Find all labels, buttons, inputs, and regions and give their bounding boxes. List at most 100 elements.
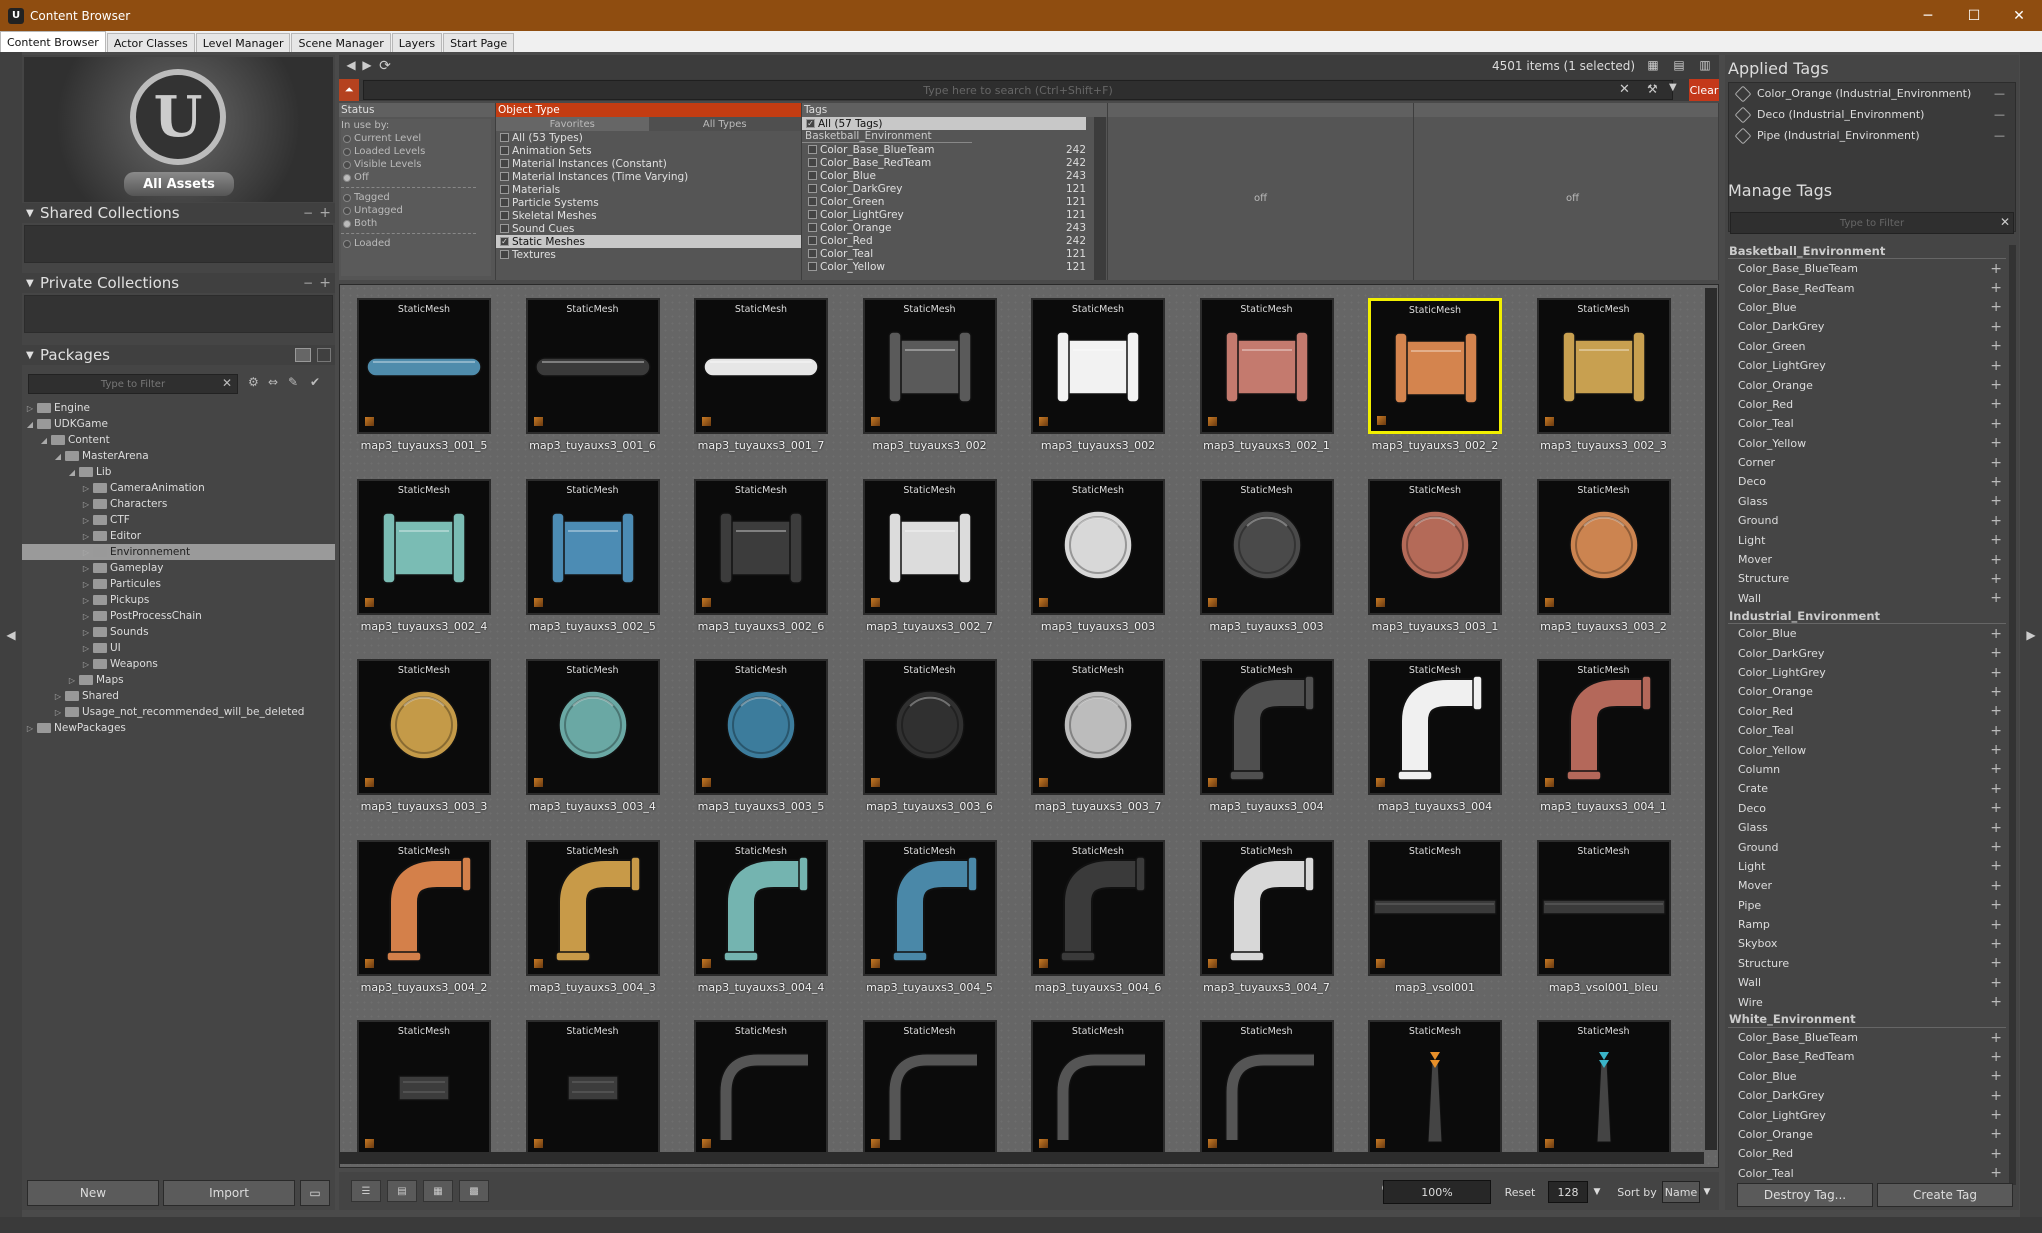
asset-name-label[interactable]: map3_tuyauxs3_003_2 [1519, 620, 1689, 633]
type-checkbox[interactable]: Material Instances (Constant) [496, 157, 801, 170]
manage-tag-item[interactable]: Wire + [1728, 992, 2006, 1011]
asset-name-label[interactable]: map3_tuyauxs3_001_6 [508, 439, 678, 452]
wrench-icon[interactable]: ⚙ [248, 375, 259, 389]
add-tag-icon[interactable]: + [1990, 416, 2002, 432]
manage-tag-item[interactable]: Color_LightGrey + [1728, 663, 2006, 682]
type-checkbox[interactable]: Skeletal Meshes [496, 209, 801, 222]
manage-tag-item[interactable]: Color_LightGrey + [1728, 1105, 2006, 1124]
asset-name-label[interactable]: map3_tuyauxs3_003_7 [1013, 800, 1183, 813]
type-checkbox[interactable]: Animation Sets [496, 144, 801, 157]
asset-thumbnail[interactable]: StaticMesh [525, 298, 660, 434]
add-tag-icon[interactable]: + [1990, 781, 2002, 797]
asset-thumbnail[interactable]: StaticMesh [1031, 1020, 1165, 1156]
add-tag-icon[interactable]: + [1990, 839, 2002, 855]
tree-item[interactable]: ▷ Maps [22, 672, 335, 688]
asset-name-label[interactable]: map3_tuyauxs3_001_7 [676, 439, 846, 452]
remove-tag-icon[interactable]: — [1994, 87, 2005, 100]
asset-thumbnail[interactable]: StaticMesh [1031, 839, 1165, 976]
remove-tag-icon[interactable]: — [1994, 108, 2005, 121]
manage-tag-item[interactable]: Color_Blue + [1728, 624, 2006, 643]
asset-thumbnail[interactable]: StaticMesh [1536, 839, 1671, 976]
manage-tag-item[interactable]: Color_DarkGrey + [1728, 643, 2006, 662]
tree-item[interactable]: ▷ Weapons [22, 656, 335, 672]
asset-name-label[interactable]: map3_tuyauxs3_004_7 [1182, 981, 1352, 994]
add-tag-icon[interactable]: + [1990, 878, 2002, 894]
expand-arrow-icon[interactable]: ◢ [25, 420, 35, 429]
expand-arrow-icon[interactable]: ▷ [53, 708, 63, 717]
tag-checkbox[interactable]: Color_Red 242 [802, 234, 1092, 247]
manage-tag-item[interactable]: Color_DarkGrey + [1728, 317, 2006, 336]
add-tag-icon[interactable]: + [1990, 665, 2002, 681]
tab-all-types[interactable]: All Types [648, 117, 801, 131]
asset-thumbnail[interactable]: StaticMesh [525, 478, 660, 615]
reset-button[interactable]: Reset [1500, 1181, 1540, 1203]
asset-name-label[interactable]: map3_tuyauxs3_004_1 [1519, 800, 1689, 813]
add-tag-icon[interactable]: + [1990, 358, 2002, 374]
vertical-scrollbar[interactable] [1705, 288, 1717, 1150]
expand-arrow-icon[interactable]: ▷ [81, 548, 91, 557]
asset-thumbnail[interactable]: StaticMesh [694, 1020, 828, 1156]
add-tag-icon[interactable]: + [1990, 761, 2002, 777]
tree-item[interactable]: ▷ Gameplay [22, 560, 335, 576]
manage-tag-item[interactable]: Light + [1728, 530, 2006, 549]
sort-dropdown-icon[interactable]: ▼ [1700, 1181, 1714, 1203]
tree-item[interactable]: ◢ UDKGame [22, 416, 335, 432]
add-tag-icon[interactable]: + [1990, 396, 2002, 412]
clear-filter-icon[interactable]: ✕ [222, 376, 232, 390]
view-grid-icon[interactable]: ▦ [423, 1180, 453, 1202]
all-tags-checkbox[interactable]: ✓ All (57 Tags) [802, 117, 1086, 130]
manage-tag-item[interactable]: Color_Red + [1728, 1144, 2006, 1163]
asset-thumbnail[interactable]: StaticMesh [694, 659, 828, 795]
manage-tag-item[interactable]: Color_Base_BlueTeam + [1728, 259, 2006, 278]
expand-arrow-icon[interactable]: ▷ [81, 644, 91, 653]
manage-tag-item[interactable]: Skybox + [1728, 934, 2006, 953]
save-icon[interactable]: ▤ [1671, 58, 1687, 74]
add-tag-icon[interactable]: + [1990, 455, 2002, 471]
tree-item[interactable]: ▷ PostProcessChain [22, 608, 335, 624]
private-collections-list[interactable] [24, 295, 333, 333]
type-checkbox[interactable]: Particle Systems [496, 196, 801, 209]
asset-name-label[interactable]: map3_tuyauxs3_004 [1182, 800, 1352, 813]
manage-tag-item[interactable]: Color_Blue + [1728, 1067, 2006, 1086]
add-tag-icon[interactable]: + [1990, 552, 2002, 568]
add-tag-icon[interactable]: + [1990, 1146, 2002, 1162]
tag-checkbox[interactable]: Color_Base_RedTeam 242 [802, 156, 1092, 169]
expand-arrow-icon[interactable]: ◢ [53, 452, 63, 461]
asset-name-label[interactable]: map3_vsol001_bleu [1519, 981, 1689, 994]
close-button[interactable]: ✕ [1996, 0, 2042, 31]
all-assets-button[interactable]: All Assets [124, 172, 234, 196]
radio-loaded[interactable]: Loaded [341, 237, 491, 250]
manage-tag-item[interactable]: Color_Base_BlueTeam + [1728, 1028, 2006, 1047]
add-tag-icon[interactable]: + [1990, 261, 2002, 277]
asset-thumbnail[interactable]: StaticMesh [1031, 659, 1165, 795]
manage-tag-item[interactable]: Deco + [1728, 472, 2006, 491]
manage-tag-item[interactable]: Color_Orange + [1728, 375, 2006, 394]
tag-checkbox[interactable]: Color_Teal 121 [802, 247, 1092, 260]
maximize-button[interactable]: ☐ [1951, 0, 1997, 31]
manage-tag-item[interactable]: Ground + [1728, 511, 2006, 530]
sort-select[interactable]: Name [1662, 1181, 1700, 1203]
asset-thumbnail[interactable]: StaticMesh [1368, 839, 1502, 976]
asset-thumbnail[interactable]: StaticMesh [525, 1020, 660, 1156]
view-split-icon[interactable]: ▤ [387, 1180, 417, 1202]
manage-tag-item[interactable]: Color_Teal + [1728, 414, 2006, 433]
asset-thumbnail[interactable]: StaticMesh [862, 1020, 997, 1156]
asset-name-label[interactable]: map3_tuyauxs3_002_3 [1519, 439, 1689, 452]
manage-tag-item[interactable]: Color_DarkGrey + [1728, 1086, 2006, 1105]
asset-name-label[interactable]: map3_tuyauxs3_002_1 [1182, 439, 1352, 452]
asset-name-label[interactable]: map3_tuyauxs3_003 [1013, 620, 1183, 633]
tag-filter-input[interactable]: Type to Filter [1730, 212, 2014, 234]
asset-thumbnail[interactable]: StaticMesh [357, 1020, 491, 1156]
asset-name-label[interactable]: map3_tuyauxs3_004 [1350, 800, 1520, 813]
manage-tag-item[interactable]: Color_Teal + [1728, 721, 2006, 740]
tree-item[interactable]: ▷ Sounds [22, 624, 335, 640]
asset-name-label[interactable]: map3_tuyauxs3_004_2 [340, 981, 509, 994]
asset-name-label[interactable]: map3_tuyauxs3_004_3 [508, 981, 678, 994]
asset-thumbnail[interactable]: StaticMesh [862, 478, 997, 615]
manage-tag-item[interactable]: Wall + [1728, 589, 2006, 608]
asset-thumbnail[interactable]: StaticMesh [862, 298, 997, 434]
add-tag-icon[interactable]: + [1990, 723, 2002, 739]
tab-content-browser[interactable]: Content Browser [0, 31, 106, 52]
tags-scrollbar[interactable] [1094, 117, 1106, 280]
asset-name-label[interactable]: map3_tuyauxs3_001_5 [340, 439, 509, 452]
